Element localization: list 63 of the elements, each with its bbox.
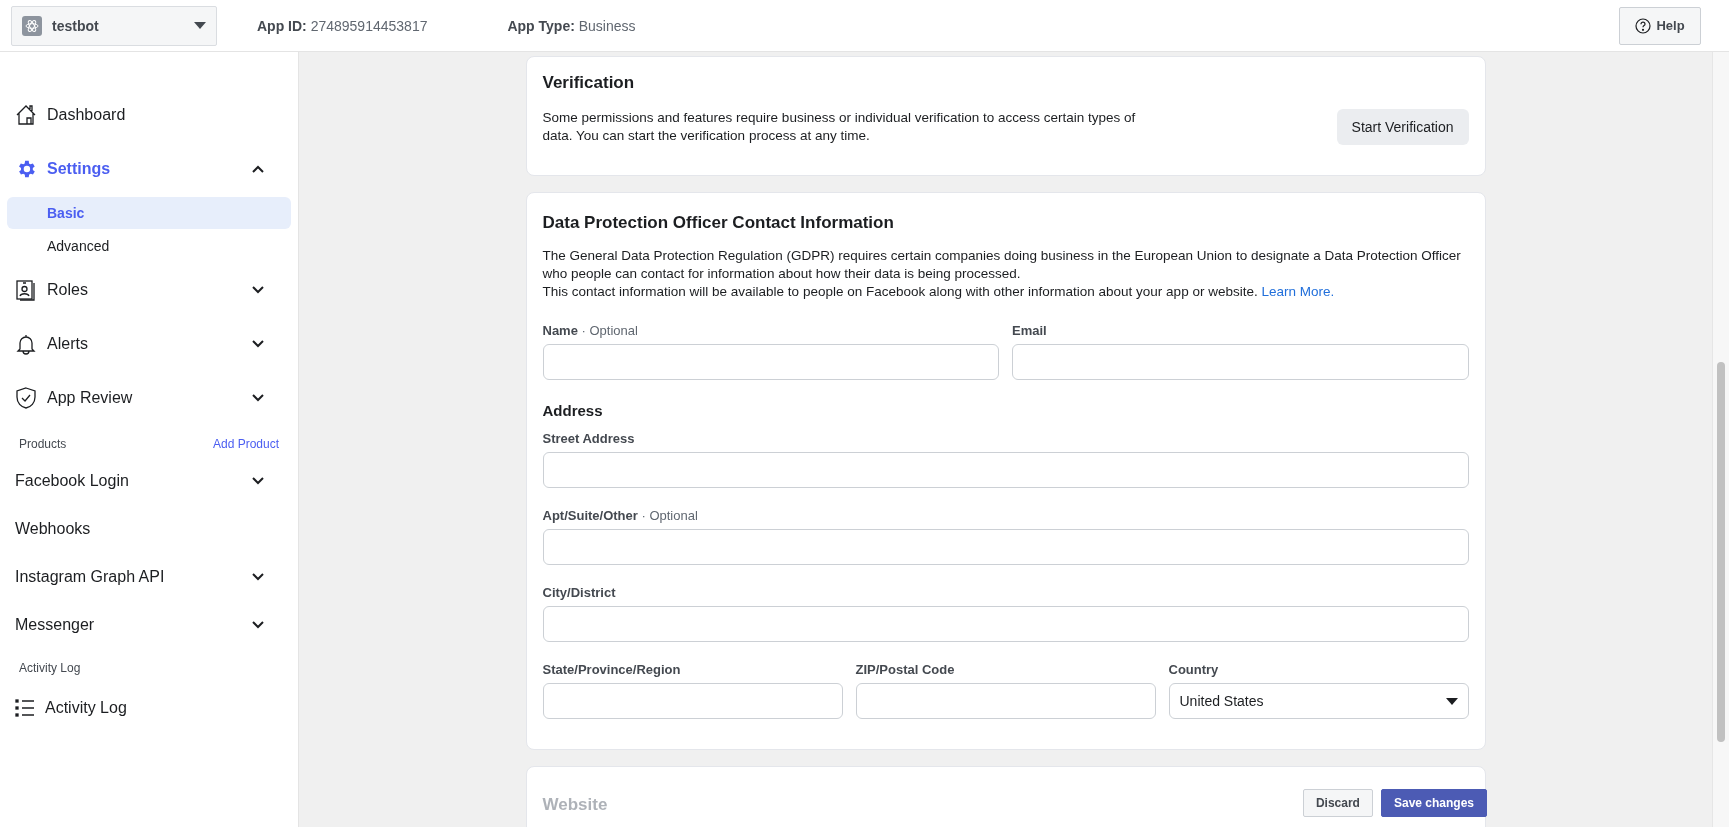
section-header: Products xyxy=(19,437,67,451)
field-label: Email xyxy=(1012,323,1048,338)
app-type-text: App Type: Business xyxy=(507,17,636,34)
help-icon xyxy=(1635,17,1652,34)
nav-item[interactable]: Settings xyxy=(7,142,291,196)
input-field[interactable] xyxy=(542,452,1469,488)
field-label: ZIP/Postal Code xyxy=(855,662,956,677)
input-field[interactable] xyxy=(542,606,1469,642)
section-heading: Address xyxy=(542,402,603,419)
start-verification-button[interactable]: Start Verification xyxy=(1336,109,1469,145)
card-description: The General Data Protection Regulation (GDPR) requires certain companies doing business in the European Union to designate a Data Protection Officer who people can contact for information about how their data is being processed. xyxy=(542,247,1462,283)
atom-icon xyxy=(22,15,42,36)
card-title: Website xyxy=(542,795,608,815)
nav-item[interactable]: App Review xyxy=(7,371,291,425)
card-description: Some permissions and features require business or individual verification to access certain types of data. You can start the verification process at any time. xyxy=(542,109,1137,145)
house-icon xyxy=(15,104,37,126)
help-button[interactable]: Help xyxy=(1619,6,1701,45)
list-icon xyxy=(15,699,35,717)
chevron-up-icon xyxy=(252,165,264,173)
field-label: Street Address xyxy=(542,431,636,446)
add-product-link[interactable]: Add Product xyxy=(212,437,279,451)
input-field[interactable] xyxy=(855,683,1156,719)
chevron-down-icon xyxy=(252,340,264,348)
app-id-text: App ID: 274895914453817 xyxy=(257,17,428,34)
chevron-down-icon xyxy=(252,621,264,629)
id-badge-icon xyxy=(15,279,37,301)
field-label: Name · Optional xyxy=(542,323,639,338)
nav-item[interactable]: Dashboard xyxy=(7,88,291,142)
chevron-down-icon xyxy=(252,286,264,294)
caret-icon xyxy=(194,22,206,29)
scrollbar-thumb[interactable] xyxy=(1717,362,1725,742)
shield-check-icon xyxy=(15,387,37,409)
input-field[interactable] xyxy=(542,529,1469,565)
chevron-down-icon xyxy=(252,477,264,485)
sub-nav-item[interactable]: Advanced xyxy=(7,230,291,262)
card-title: Data Protection Officer Contact Information xyxy=(542,213,895,233)
card-title: Verification xyxy=(542,73,636,93)
nav-item[interactable]: Messenger xyxy=(7,601,291,649)
nav-item[interactable]: Roles xyxy=(7,263,291,317)
nav-item[interactable]: Facebook Login xyxy=(7,457,291,505)
sub-nav-item[interactable]: Basic xyxy=(7,197,291,229)
field-label: Country xyxy=(1168,662,1220,677)
nav-item[interactable]: Alerts xyxy=(7,317,291,371)
input-field[interactable] xyxy=(542,683,843,719)
chevron-down-icon xyxy=(252,394,264,402)
nav-item[interactable]: Activity Log xyxy=(7,681,291,735)
input-field[interactable] xyxy=(542,344,999,380)
field-label: Apt/Suite/Other · Optional xyxy=(542,508,699,523)
country-select[interactable]: United States xyxy=(1168,683,1469,719)
nav-item[interactable]: Webhooks xyxy=(7,505,291,553)
learn-more-link[interactable]: Learn More. xyxy=(1261,284,1335,299)
discard-button[interactable]: Discard xyxy=(1302,789,1373,817)
card-description: This contact information will be available to people on Facebook along with other information about your app or website. Learn More. xyxy=(542,283,1336,301)
nav-item[interactable]: Instagram Graph API xyxy=(7,553,291,601)
app-selector[interactable]: testbot xyxy=(11,5,217,46)
section-header: Activity Log xyxy=(19,661,81,675)
caret-icon xyxy=(1445,697,1458,705)
chevron-down-icon xyxy=(252,573,264,581)
bell-icon xyxy=(15,333,37,355)
save-changes-button[interactable]: Save changes xyxy=(1380,789,1487,817)
field-label: City/District xyxy=(542,585,617,600)
input-field[interactable] xyxy=(1012,344,1469,380)
field-label: State/Province/Region xyxy=(542,662,682,677)
